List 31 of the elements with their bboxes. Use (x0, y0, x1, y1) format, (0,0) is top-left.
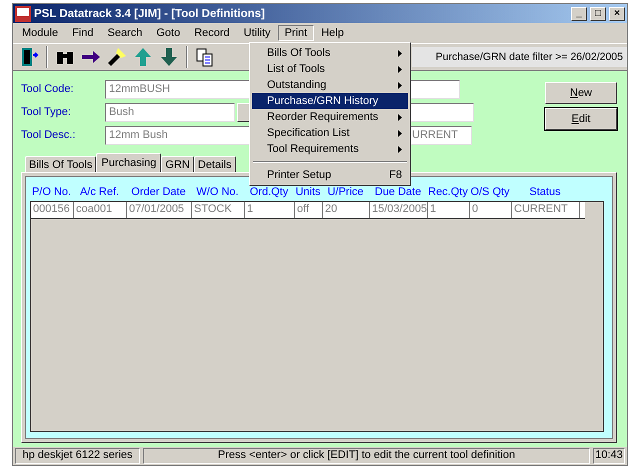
status-field: URRENT (410, 126, 472, 144)
column-header: Order Date (130, 186, 187, 198)
table-cell: off (295, 202, 323, 218)
table-cell: 0 (470, 202, 512, 218)
column-header: U/Price (326, 186, 365, 198)
column-header: Ord.Qty (248, 186, 290, 198)
column-header: Units (294, 186, 322, 198)
date-filter-status: Purchase/GRN date filter >= 26/02/2005 (412, 47, 627, 67)
column-header: Status (528, 186, 562, 198)
table-cell: 15/03/2005 (370, 202, 428, 218)
table-cell: 1 (245, 202, 295, 218)
column-header: O/S Qty (469, 186, 511, 198)
table-cell: 1 (428, 202, 470, 218)
table-cell: STOCK (192, 202, 245, 218)
table-cell: 07/01/2005 (127, 202, 192, 218)
column-header: P/O No. (30, 186, 72, 198)
table-cell: 000156 (31, 202, 74, 218)
table-cell: CURRENT (512, 202, 580, 218)
column-header: Rec.Qty (427, 186, 469, 198)
field-label: Tool Type: (21, 106, 72, 118)
clock-status: 10:43 (593, 448, 625, 464)
window-title: PSL Datatrack 3.4 [JIM] - [Tool Definitions] (34, 8, 266, 20)
column-header: A/c Ref. (78, 186, 120, 198)
column-header: W/O No. (195, 186, 240, 198)
field-label: Tool Code: (21, 83, 75, 95)
column-header: Due Date (374, 186, 422, 198)
table-cell: coa001 (74, 202, 127, 218)
field-label: Tool Desc.: (21, 129, 76, 141)
printer-status: hp deskjet 6122 series (15, 448, 140, 464)
hint-status: Press <enter> or click [EDIT] to edit the current tool definition (143, 448, 590, 464)
table-cell: 20 (323, 202, 370, 218)
